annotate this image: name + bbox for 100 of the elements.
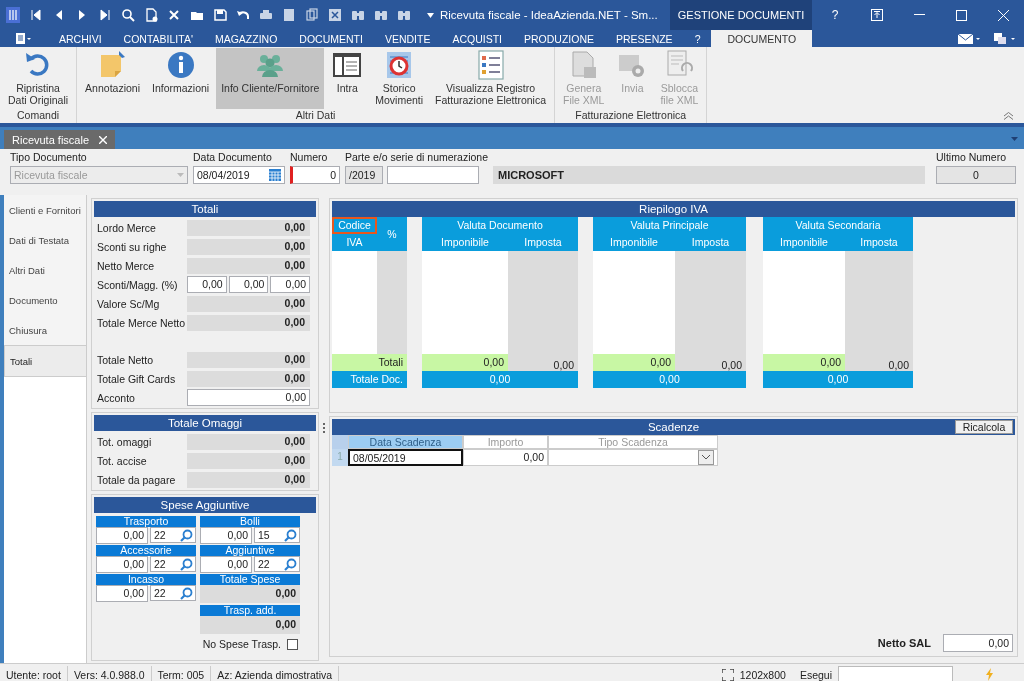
print-icon[interactable] (259, 8, 273, 22)
menu-tab[interactable]: MAGAZZINO (203, 30, 289, 47)
windows-layout-icon[interactable] (994, 33, 1016, 44)
side-tab[interactable]: Totali (4, 345, 86, 377)
search-icon[interactable] (284, 528, 297, 542)
command-field[interactable] (838, 666, 953, 681)
menu-tab[interactable]: PRODUZIONE (513, 30, 606, 47)
panel-title: Scadenze (647, 421, 700, 433)
value-field: 0,00 (187, 257, 310, 274)
field-label: Netto Merce (97, 259, 156, 272)
date-cell[interactable]: 08/05/2019 (348, 449, 463, 466)
save-icon[interactable] (213, 8, 227, 22)
chevron-down-icon[interactable] (698, 450, 714, 465)
field-label: Netto SAL (877, 637, 931, 649)
expense-label: Aggiuntive (200, 545, 300, 556)
ribbon-button[interactable]: Storico Movimenti (370, 48, 429, 109)
amount-field[interactable]: 0,00 (200, 527, 252, 544)
minimize-icon[interactable] (913, 14, 925, 16)
close-box-icon[interactable] (328, 8, 342, 22)
menu-tab[interactable]: ARCHIVI (48, 30, 113, 47)
field-label: Tot. accise (97, 454, 148, 467)
calendar-icon[interactable] (269, 169, 281, 181)
menu-tab[interactable]: PRESENZE (605, 30, 684, 47)
ribbon-button[interactable]: Info Cliente/Fornitore (216, 48, 325, 109)
number-field[interactable]: 0 (290, 166, 340, 184)
help-button[interactable]: ? (814, 8, 856, 22)
menu-tab[interactable]: DOCUMENTI (288, 30, 374, 47)
collapse-ribbon-icon[interactable] (1003, 112, 1014, 120)
amount-field[interactable]: 0,00 (200, 556, 252, 573)
number-field[interactable]: 0,00 (228, 276, 269, 293)
ribbon-button[interactable]: Ripristina Dati Originali (3, 48, 74, 109)
vat-code-field[interactable]: 22 (150, 585, 196, 601)
skip-first-icon[interactable] (29, 8, 43, 22)
totals-label: Totali (332, 354, 407, 371)
menu-tab[interactable]: ACQUISTI (441, 30, 513, 47)
value-field: 0,00 (187, 471, 310, 488)
search-icon[interactable] (180, 557, 193, 571)
maximize-icon[interactable] (955, 9, 967, 21)
close-icon[interactable] (997, 9, 1009, 21)
app-logo-icon[interactable] (6, 7, 20, 23)
series-field[interactable] (387, 166, 479, 184)
amount-cell[interactable]: 0,00 (463, 449, 548, 466)
vat-code-field[interactable]: 22 (150, 556, 196, 572)
side-tab[interactable]: Chiusura (4, 315, 86, 345)
binoculars-icon[interactable] (397, 8, 411, 22)
vat-code-field[interactable]: 22 (254, 556, 300, 572)
search-icon[interactable] (180, 586, 193, 600)
amount-field[interactable]: 0,00 (96, 527, 148, 544)
ribbon-button[interactable]: Intra (326, 48, 369, 109)
search-icon[interactable] (180, 528, 193, 542)
type-dropdown[interactable] (548, 449, 718, 466)
column-header[interactable]: Data Scadenza (348, 435, 463, 449)
search-icon[interactable] (121, 8, 135, 22)
value-field: 0,00 (187, 452, 310, 469)
restore-ribbon-icon[interactable] (871, 9, 883, 21)
amount-field[interactable]: 0,00 (96, 585, 148, 602)
search-icon[interactable] (284, 557, 297, 571)
column-group-header: Valuta Documento (422, 217, 578, 234)
menu-tab[interactable]: CONTABILITA' (112, 30, 204, 47)
skip-last-icon[interactable] (98, 8, 112, 22)
ribbon-button[interactable]: Annotazioni (80, 48, 145, 109)
row-number: 1 (332, 449, 348, 466)
amount-field[interactable]: 0,00 (96, 556, 148, 573)
side-tab[interactable]: Documento (4, 285, 86, 315)
value-field: 0,00 (187, 295, 310, 312)
menu-tab[interactable]: VENDITE (373, 30, 442, 47)
menu-tab[interactable]: DOCUMENTO (711, 30, 813, 47)
number-field[interactable]: 0,00 (187, 276, 227, 293)
vat-code-field[interactable]: 22 (150, 527, 196, 543)
side-tab[interactable]: Altri Dati (4, 255, 86, 285)
context-tab[interactable]: GESTIONE DOCUMENTI (669, 0, 813, 30)
binoculars-icon[interactable] (351, 8, 365, 22)
ribbon-button[interactable]: Visualizza Registro Fatturazione Elettronica (430, 48, 551, 109)
menu-tab[interactable]: ? (683, 30, 712, 47)
close-icon[interactable] (99, 135, 108, 144)
menu-icon[interactable] (16, 33, 32, 44)
side-tab[interactable]: Clienti e Fornitori (4, 195, 86, 225)
ribbon-button[interactable]: Informazioni (147, 48, 215, 109)
number-field[interactable]: 0,00 (187, 389, 310, 406)
fullscreen-icon[interactable] (721, 668, 734, 681)
recalculate-button[interactable]: Ricalcola (955, 420, 1013, 434)
mail-icon[interactable] (958, 33, 980, 44)
vat-code-field[interactable]: 15 (254, 527, 300, 543)
checkbox[interactable] (287, 638, 298, 650)
column-group-header: Valuta Secondaria (763, 217, 913, 234)
field-label: Lordo Merce (97, 221, 157, 234)
net-sal-field[interactable]: 0,00 (943, 634, 1013, 652)
binoculars-icon[interactable] (374, 8, 388, 22)
copy-icon[interactable] (305, 8, 319, 22)
side-tab[interactable]: Dati di Testata (4, 225, 86, 255)
date-field[interactable]: 08/04/2019 (193, 166, 285, 184)
value-field: 0,00 (187, 370, 310, 387)
number-field[interactable]: 0,00 (270, 276, 310, 293)
dropdown-arrow-icon[interactable] (427, 12, 434, 18)
undo-icon[interactable] (236, 8, 250, 22)
new-document-icon[interactable] (144, 8, 158, 22)
panel-title: Spese Aggiuntive (94, 497, 316, 513)
value-field: 0,00 (187, 314, 310, 331)
document-tab[interactable]: Ricevuta fiscale (4, 130, 116, 149)
delete-icon[interactable] (167, 8, 181, 22)
